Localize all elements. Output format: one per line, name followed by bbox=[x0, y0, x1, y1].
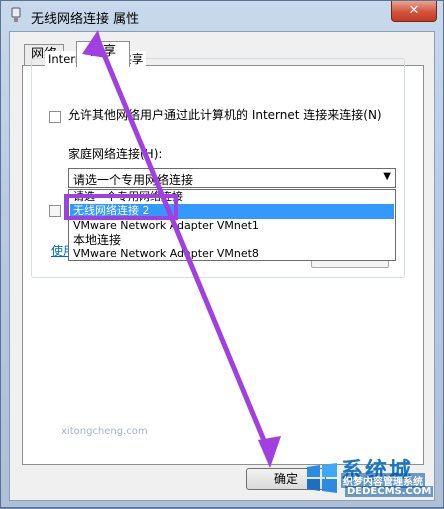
dropdown-item-local[interactable]: 本地连接 bbox=[73, 233, 121, 247]
dropdown-item-vmnet8[interactable]: VMware Network Adapter VMnet8 bbox=[73, 247, 259, 261]
dropdown-item-wireless-2[interactable]: 无线网络连接 2 bbox=[73, 204, 150, 218]
title-bar[interactable]: 无线网络连接 属性 ✕ bbox=[1, 1, 443, 29]
allow-sharing-label: 允许其他网络用户通过此计算机的 Internet 连接来连接(N) bbox=[68, 108, 382, 122]
tab-sharing[interactable]: 共享 bbox=[76, 41, 130, 67]
dropdown-item-vmnet1[interactable]: VMware Network Adapter VMnet1 bbox=[73, 219, 259, 233]
watermark-url: xitongcheng.com bbox=[61, 426, 148, 437]
window-title: 无线网络连接 属性 bbox=[31, 12, 140, 27]
home-network-select[interactable]: 请选一个专用网络连接 ▼ bbox=[68, 168, 396, 188]
home-network-label: 家庭网络连接(H): bbox=[68, 147, 163, 161]
allow-sharing-checkbox[interactable] bbox=[49, 111, 61, 123]
dropdown-item-placeholder[interactable]: 请选一个专用网络连接 bbox=[73, 190, 183, 204]
allow-control-checkbox[interactable] bbox=[49, 205, 61, 217]
watermark-logo: 系统城 织梦内容管理系统 DEDECMS.COM bbox=[301, 453, 444, 509]
watermark-line2: DEDECMS.COM bbox=[345, 486, 434, 497]
chevron-down-icon[interactable]: ▼ bbox=[383, 171, 391, 182]
close-button[interactable]: ✕ bbox=[391, 1, 437, 22]
home-network-dropdown: 请选一个专用网络连接 无线网络连接 2 VMware Network Adapt… bbox=[68, 189, 396, 261]
home-network-select-value: 请选一个专用网络连接 bbox=[73, 173, 194, 187]
properties-window: 无线网络连接 属性 ✕ 网络 共享 Internet 连接共享 允许其他网络用户… bbox=[0, 0, 444, 508]
network-adapter-icon bbox=[11, 7, 21, 22]
windows-logo-icon bbox=[307, 463, 337, 493]
